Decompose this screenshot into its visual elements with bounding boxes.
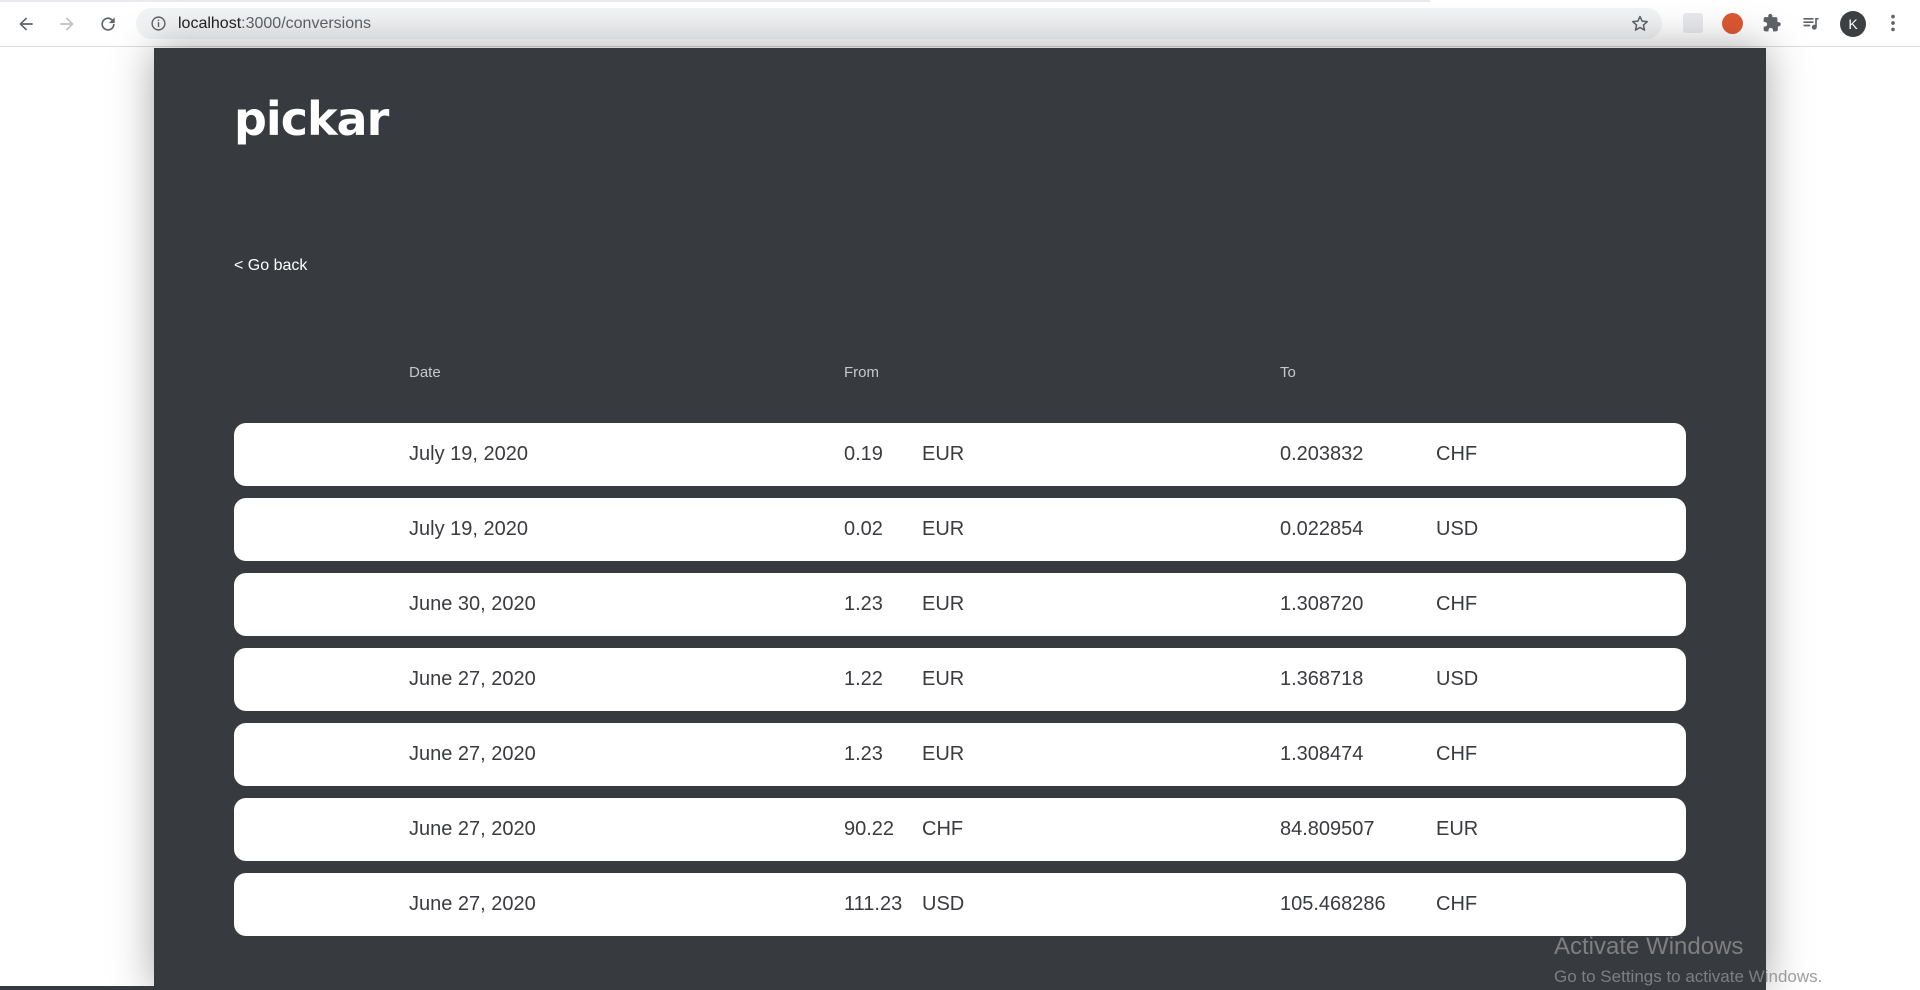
- row-to-currency: CHF: [1436, 893, 1478, 915]
- row-date: June 27, 2020: [409, 743, 536, 765]
- url-text[interactable]: localhost:3000/conversions: [178, 15, 371, 33]
- reload-icon: [101, 17, 115, 31]
- profile-avatar[interactable]: K: [1840, 11, 1866, 37]
- row-to-currency: CHF: [1436, 593, 1478, 615]
- browser-toolbar: localhost:3000/conversions K: [0, 0, 1920, 47]
- row-to-currency: USD: [1436, 668, 1479, 690]
- header-to: To: [1280, 364, 1296, 381]
- info-icon[interactable]: [150, 15, 167, 32]
- row-to-currency: EUR: [1436, 818, 1479, 840]
- row-to-amount: 1.308474: [1280, 743, 1364, 765]
- row-date: June 27, 2020: [409, 893, 536, 915]
- conversion-row: June 30, 2020 1.23 EUR 1.308720 CHF: [234, 573, 1686, 636]
- conversion-row: June 27, 2020 111.23 USD 105.468286 CHF: [234, 873, 1686, 936]
- row-date: July 19, 2020: [409, 518, 528, 540]
- row-to-amount: 0.022854: [1280, 518, 1364, 540]
- row-from-amount: 90.22: [844, 818, 895, 840]
- header-date: Date: [409, 364, 441, 381]
- page-load-progress: [0, 0, 1430, 2]
- pickar-logo: pickar: [234, 92, 389, 146]
- url-path: :3000/conversions: [241, 15, 372, 32]
- row-date: June 27, 2020: [409, 818, 536, 840]
- arrow-left-icon: [19, 17, 33, 31]
- row-from-amount: 111.23: [844, 893, 903, 915]
- row-to-amount: 1.368718: [1280, 668, 1364, 690]
- back-button[interactable]: [12, 10, 40, 38]
- go-back-link[interactable]: < Go back: [234, 257, 307, 275]
- extension-blank-icon[interactable]: [1682, 12, 1704, 34]
- row-to-amount: 105.468286: [1280, 893, 1386, 915]
- row-from-currency: EUR: [922, 743, 965, 765]
- conversion-row: July 19, 2020 0.02 EUR 0.022854 USD: [234, 498, 1686, 561]
- reload-button[interactable]: [94, 10, 122, 38]
- bottom-edge-strip: [0, 986, 490, 990]
- row-to-currency: CHF: [1436, 443, 1478, 465]
- row-to-amount: 1.308720: [1280, 593, 1364, 615]
- row-from-amount: 1.23: [844, 593, 883, 615]
- row-from-amount: 1.22: [844, 668, 883, 690]
- row-to-currency: USD: [1436, 518, 1479, 540]
- app-container: pickar < Go back Date From To July 19, 2…: [154, 48, 1766, 990]
- extension-duckduckgo-icon[interactable]: [1721, 12, 1743, 34]
- address-bar[interactable]: localhost:3000/conversions: [136, 8, 1662, 39]
- more-vert-icon[interactable]: [1882, 12, 1904, 34]
- row-from-amount: 0.19: [844, 443, 883, 465]
- row-date: July 19, 2020: [409, 443, 528, 465]
- conversion-row: June 27, 2020 1.22 EUR 1.368718 USD: [234, 648, 1686, 711]
- row-from-amount: 1.23: [844, 743, 883, 765]
- header-from: From: [844, 364, 879, 381]
- conversions-list: July 19, 2020 0.19 EUR 0.203832 CHF July…: [234, 423, 1686, 948]
- row-date: June 30, 2020: [409, 593, 536, 615]
- bookmark-star-icon[interactable]: [1630, 14, 1650, 34]
- extensions-puzzle-icon[interactable]: [1761, 12, 1783, 34]
- row-from-currency: EUR: [922, 518, 965, 540]
- row-from-currency: CHF: [922, 818, 964, 840]
- row-to-amount: 84.809507: [1280, 818, 1375, 840]
- media-queue-icon[interactable]: [1800, 12, 1822, 34]
- table-header: Date From To: [234, 364, 1686, 384]
- row-to-amount: 0.203832: [1280, 443, 1364, 465]
- conversion-row: June 27, 2020 1.23 EUR 1.308474 CHF: [234, 723, 1686, 786]
- conversion-row: June 27, 2020 90.22 CHF 84.809507 EUR: [234, 798, 1686, 861]
- conversion-row: July 19, 2020 0.19 EUR 0.203832 CHF: [234, 423, 1686, 486]
- row-from-currency: EUR: [922, 443, 965, 465]
- arrow-right-icon: [60, 17, 74, 31]
- row-from-amount: 0.02: [844, 518, 883, 540]
- url-host: localhost: [178, 15, 242, 32]
- row-date: June 27, 2020: [409, 668, 536, 690]
- row-from-currency: EUR: [922, 668, 965, 690]
- forward-button[interactable]: [53, 10, 81, 38]
- page-viewport: pickar < Go back Date From To July 19, 2…: [0, 48, 1920, 990]
- row-to-currency: CHF: [1436, 743, 1478, 765]
- row-from-currency: EUR: [922, 593, 965, 615]
- row-from-currency: USD: [922, 893, 965, 915]
